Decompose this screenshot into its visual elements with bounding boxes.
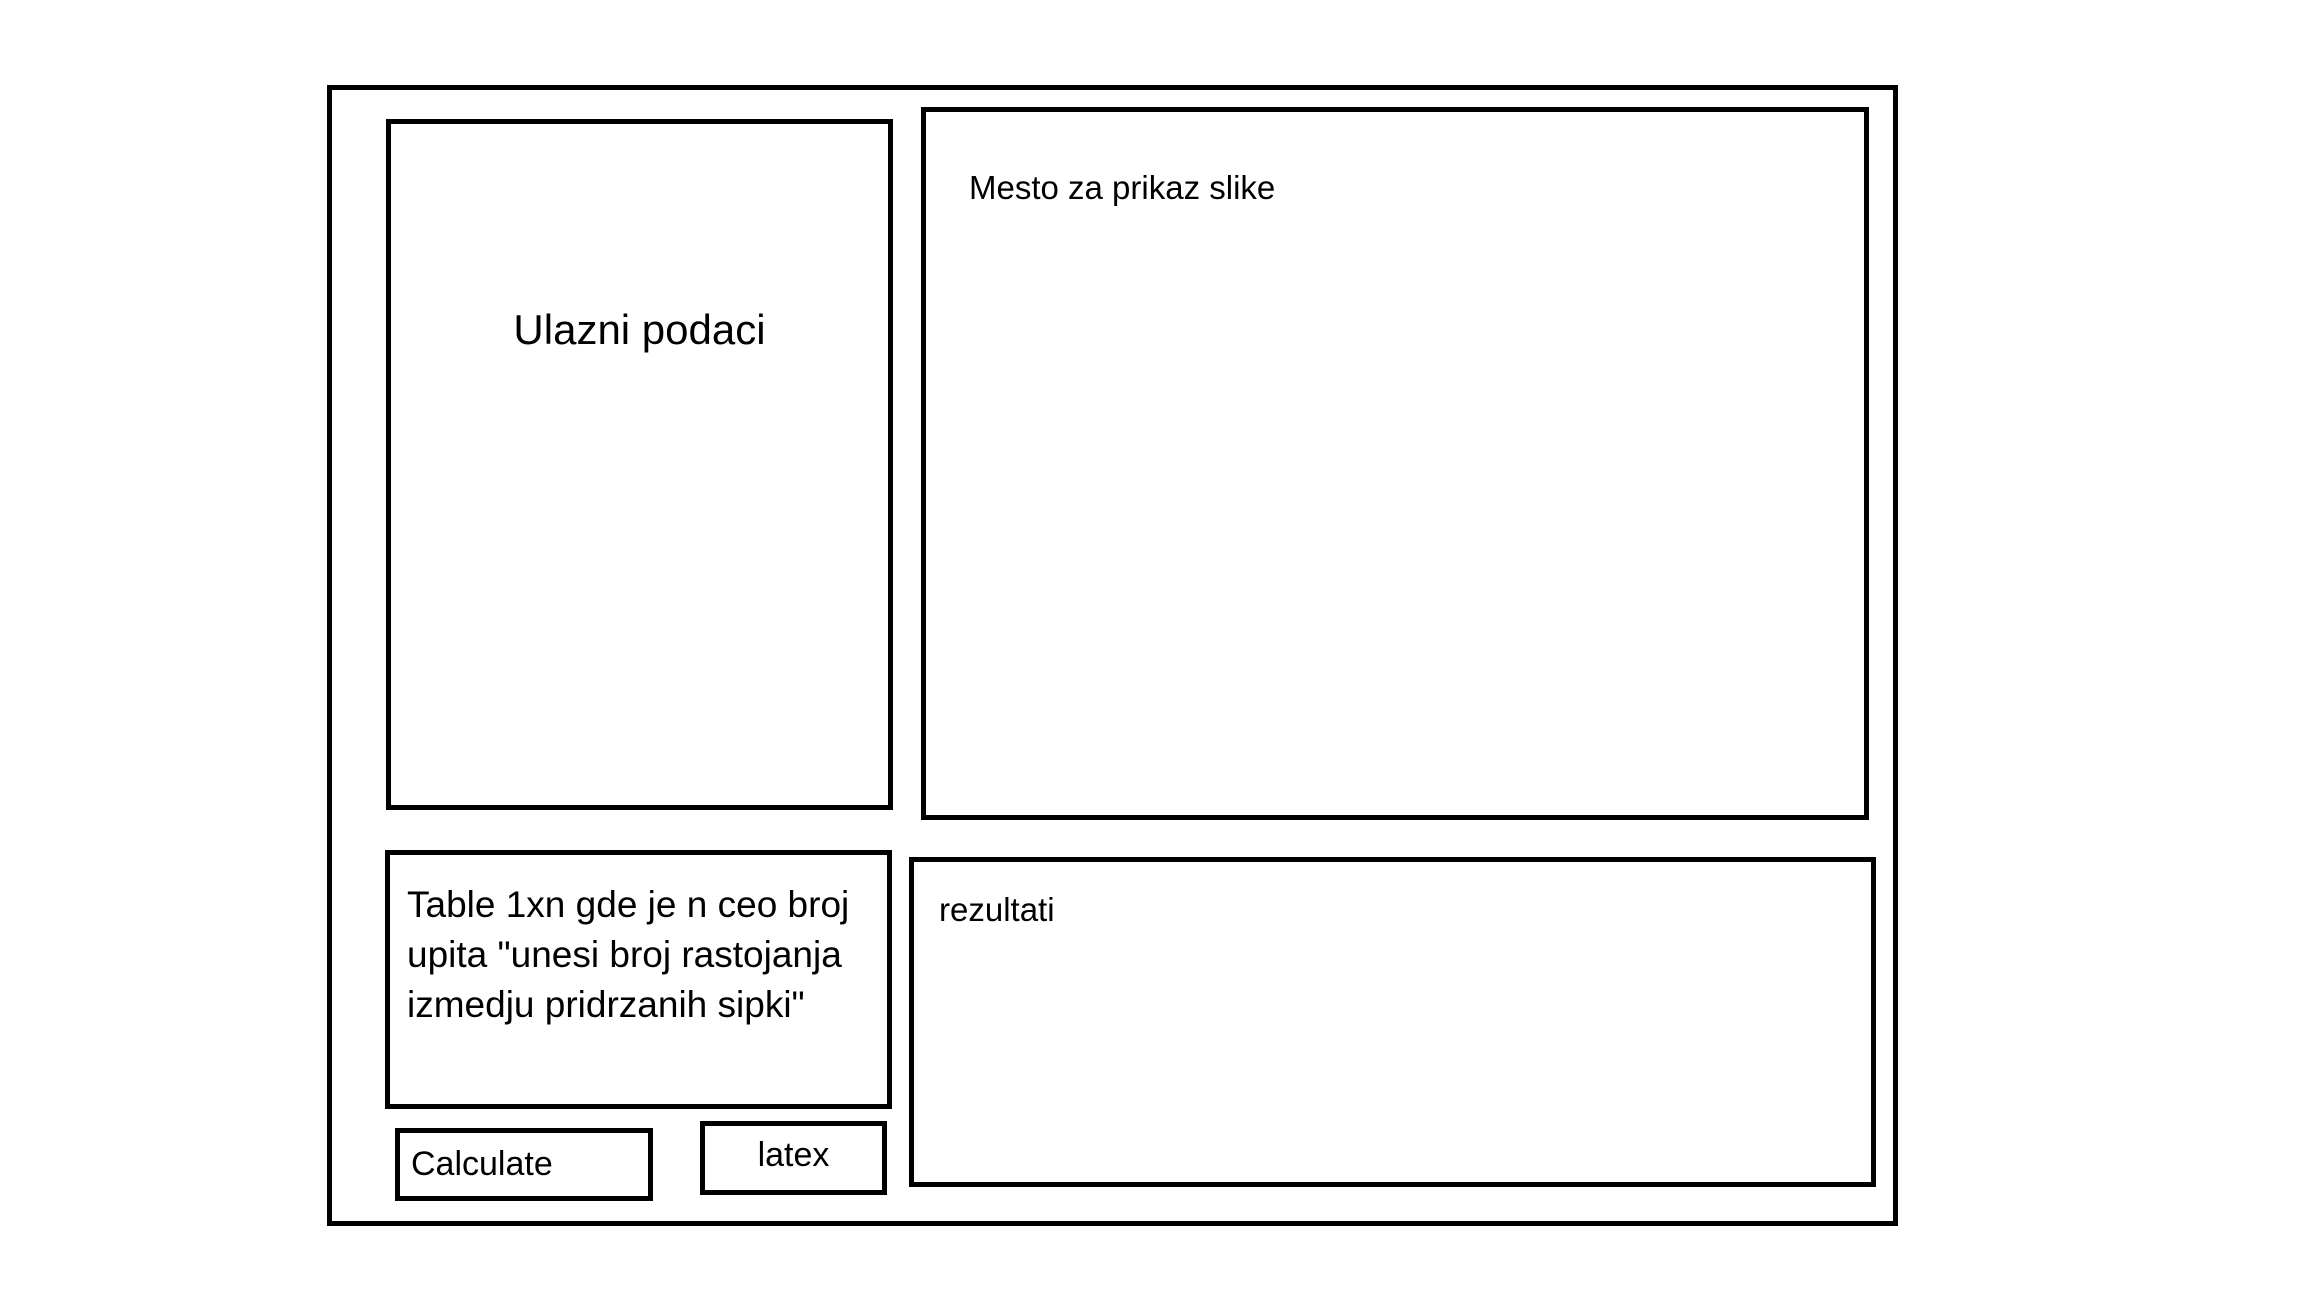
image-display-panel: Mesto za prikaz slike	[921, 107, 1869, 820]
input-data-title: Ulazni podaci	[513, 306, 766, 353]
latex-button-label: latex	[757, 1136, 830, 1174]
image-display-title: Mesto za prikaz slike	[969, 169, 1276, 206]
results-panel: rezultati	[909, 857, 1876, 1187]
calculate-button-label: Calculate	[411, 1145, 553, 1183]
distance-table-panel[interactable]: Table 1xn gde je n ceo broj upita "unesi…	[385, 850, 892, 1109]
calculate-button[interactable]: Calculate	[395, 1128, 653, 1201]
distance-table-description: Table 1xn gde je n ceo broj upita "unesi…	[407, 884, 850, 1025]
input-data-panel[interactable]: Ulazni podaci	[386, 119, 893, 810]
latex-button[interactable]: latex	[700, 1121, 887, 1195]
results-title: rezultati	[939, 891, 1055, 928]
